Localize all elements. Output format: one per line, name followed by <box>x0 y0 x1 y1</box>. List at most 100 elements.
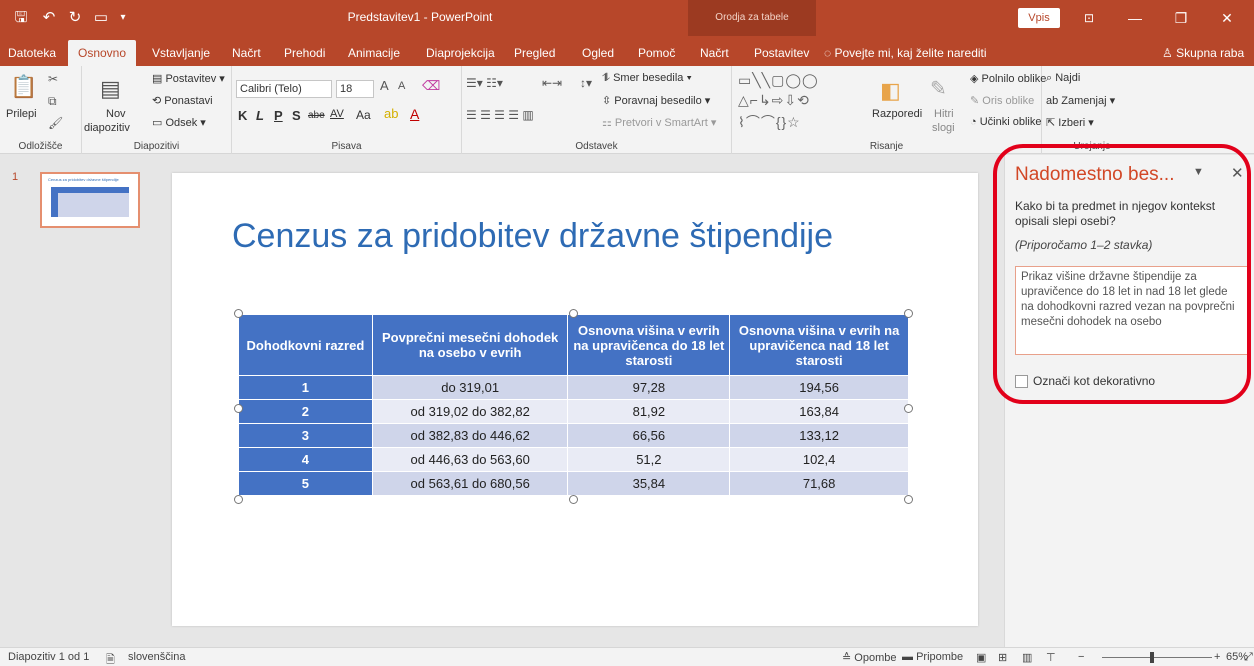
share-button[interactable]: ♙ Skupna raba <box>1160 40 1246 66</box>
text-direction-button[interactable]: ⥮ Smer besedila ▾ <box>602 72 692 85</box>
grow-font-icon[interactable]: A <box>380 78 389 93</box>
tab-slideshow[interactable]: Diaprojekcija <box>424 40 497 66</box>
zoom-slider[interactable] <box>1102 657 1212 658</box>
line-spacing-icon[interactable]: ↕▾ <box>580 76 592 90</box>
table-cell[interactable]: od 319,02 do 382,82 <box>371 399 569 424</box>
table-cell[interactable]: 71,68 <box>729 471 909 496</box>
align-text-button[interactable]: ⇳ Poravnaj besedilo ▾ <box>602 94 710 107</box>
quick-styles-label-1[interactable]: Hitri <box>934 108 954 120</box>
table-cell[interactable]: 81,92 <box>567 399 731 424</box>
tab-animations[interactable]: Animacije <box>346 40 402 66</box>
font-color-icon[interactable]: A <box>410 106 419 122</box>
paste-icon[interactable]: 📋 <box>10 74 37 100</box>
resize-handle[interactable] <box>904 309 913 318</box>
resize-handle[interactable] <box>904 404 913 413</box>
table-cell[interactable]: 35,84 <box>567 471 731 496</box>
table-cell[interactable]: 5 <box>238 471 373 496</box>
reset-button[interactable]: ⟲ Ponastavi <box>152 94 213 107</box>
tab-insert[interactable]: Vstavljanje <box>150 40 212 66</box>
slideshow-view-icon[interactable]: ⊤ <box>1046 651 1056 664</box>
resize-handle[interactable] <box>904 495 913 504</box>
tab-help[interactable]: Pomoč <box>636 40 677 66</box>
underline-button[interactable]: P <box>274 108 283 123</box>
header-over-18[interactable]: Osnovna višina v evrih na upravičenca na… <box>729 314 909 376</box>
smartart-button[interactable]: ⚏ Pretvori v SmartArt ▾ <box>602 116 716 129</box>
bold-button[interactable]: K <box>238 108 247 123</box>
clear-format-icon[interactable]: ⌫ <box>422 78 440 94</box>
strikethrough-button[interactable]: abe <box>308 110 325 121</box>
table-cell[interactable]: 66,56 <box>567 423 731 448</box>
quick-styles-icon[interactable]: ✎ <box>930 76 947 101</box>
paste-button[interactable]: Prilepi <box>6 108 37 120</box>
arrange-icon[interactable]: ◧ <box>880 78 901 104</box>
shrink-font-icon[interactable]: A <box>398 80 405 92</box>
resize-handle[interactable] <box>569 495 578 504</box>
tab-design[interactable]: Načrt <box>230 40 263 66</box>
tab-transitions[interactable]: Prehodi <box>282 40 327 66</box>
shapes-gallery-icon[interactable]: ▭╲╲▢◯◯ <box>738 72 819 89</box>
comments-button[interactable]: ▬ Pripombe <box>902 651 963 663</box>
spellcheck-icon[interactable]: 🗎 <box>106 651 115 666</box>
zoom-out-button[interactable]: − <box>1078 651 1084 663</box>
font-size-combo[interactable]: 18 <box>336 80 374 98</box>
select-button[interactable]: ⇱ Izberi ▾ <box>1046 116 1094 129</box>
new-slide-label-1[interactable]: Nov <box>106 108 126 120</box>
tell-me-box[interactable]: ◌ Povejte mi, kaj želite narediti <box>822 40 989 66</box>
minimize-button[interactable]: — <box>1112 0 1158 36</box>
header-income-class[interactable]: Dohodkovni razred <box>238 314 373 376</box>
restore-button[interactable]: ❐ <box>1158 0 1204 36</box>
table-cell[interactable]: 4 <box>238 447 373 472</box>
notes-button[interactable]: ≙ Opombe <box>842 651 896 664</box>
close-button[interactable]: ✕ <box>1204 0 1250 36</box>
new-slide-label-2[interactable]: diapozitiv <box>84 122 130 134</box>
slide-canvas[interactable]: Cenzus za pridobitev državne štipendije … <box>172 173 978 626</box>
normal-view-icon[interactable]: ▣ <box>976 651 986 664</box>
table-cell[interactable]: od 563,61 do 680,56 <box>371 471 569 496</box>
table-cell[interactable]: do 319,01 <box>371 375 569 400</box>
ribbon-display-icon[interactable]: ⊡ <box>1066 0 1112 36</box>
tab-view[interactable]: Ogled <box>580 40 616 66</box>
shape-effects-button[interactable]: ◔ Učinki oblike <box>970 116 1041 128</box>
table-cell[interactable]: 133,12 <box>729 423 909 448</box>
table-cell[interactable]: 97,28 <box>567 375 731 400</box>
table-cell[interactable]: 102,4 <box>729 447 909 472</box>
table-cell[interactable]: 51,2 <box>567 447 731 472</box>
arrange-button[interactable]: Razporedi <box>872 108 922 120</box>
cut-icon[interactable]: ✂ <box>48 72 58 86</box>
bullets-icon[interactable]: ☰▾ ☷▾ <box>466 76 503 90</box>
zoom-slider-thumb[interactable] <box>1150 652 1154 663</box>
quick-styles-label-2[interactable]: slogi <box>932 122 955 134</box>
align-icon[interactable]: ☰ ☰ ☰ ☰ ▥ <box>466 108 534 122</box>
language-indicator[interactable]: slovenščina <box>128 651 185 663</box>
shapes-gallery-row3-icon[interactable]: ⌇⌒⌒{}☆ <box>738 112 801 132</box>
table-cell[interactable]: 3 <box>238 423 373 448</box>
table-cell[interactable]: od 446,63 do 563,60 <box>371 447 569 472</box>
format-painter-icon[interactable]: 🖌 <box>48 116 63 130</box>
table-cell[interactable]: 194,56 <box>729 375 909 400</box>
reading-view-icon[interactable]: ▥ <box>1022 651 1032 664</box>
tab-table-layout[interactable]: Postavitev <box>752 40 811 66</box>
shapes-gallery-row2-icon[interactable]: △⌐↳⇨⇩⟲ <box>738 92 810 109</box>
char-spacing-button[interactable]: AV <box>330 108 344 120</box>
change-case-button[interactable]: Aa <box>356 108 371 122</box>
highlight-icon[interactable]: ab <box>384 106 398 121</box>
zoom-in-button[interactable]: + <box>1214 651 1220 663</box>
font-name-combo[interactable]: Calibri (Telo) <box>236 80 332 98</box>
table-cell[interactable]: 1 <box>238 375 373 400</box>
slide-thumbnail[interactable]: Cenzus za pridobitev državne štipendije <box>40 172 140 228</box>
slide-title[interactable]: Cenzus za pridobitev državne štipendije <box>232 217 833 256</box>
resize-handle[interactable] <box>234 309 243 318</box>
tab-review[interactable]: Pregled <box>512 40 557 66</box>
census-table[interactable]: Dohodkovni razred Povprečni mesečni doho… <box>238 314 909 496</box>
table-cell[interactable]: 163,84 <box>729 399 909 424</box>
find-button[interactable]: ⌕ Najdi <box>1046 72 1080 85</box>
resize-handle[interactable] <box>234 495 243 504</box>
shadow-button[interactable]: S <box>292 108 301 123</box>
shape-outline-button[interactable]: ✎ Oris oblike <box>970 94 1034 107</box>
table-cell[interactable]: od 382,83 do 446,62 <box>371 423 569 448</box>
table-cell[interactable]: 2 <box>238 399 373 424</box>
fit-slide-icon[interactable]: ⤢ <box>1244 651 1253 664</box>
new-slide-icon[interactable]: ▤ <box>100 76 121 102</box>
sign-in-button[interactable]: Vpis <box>1018 8 1060 28</box>
indent-icon[interactable]: ⇤⇥ <box>542 76 562 90</box>
